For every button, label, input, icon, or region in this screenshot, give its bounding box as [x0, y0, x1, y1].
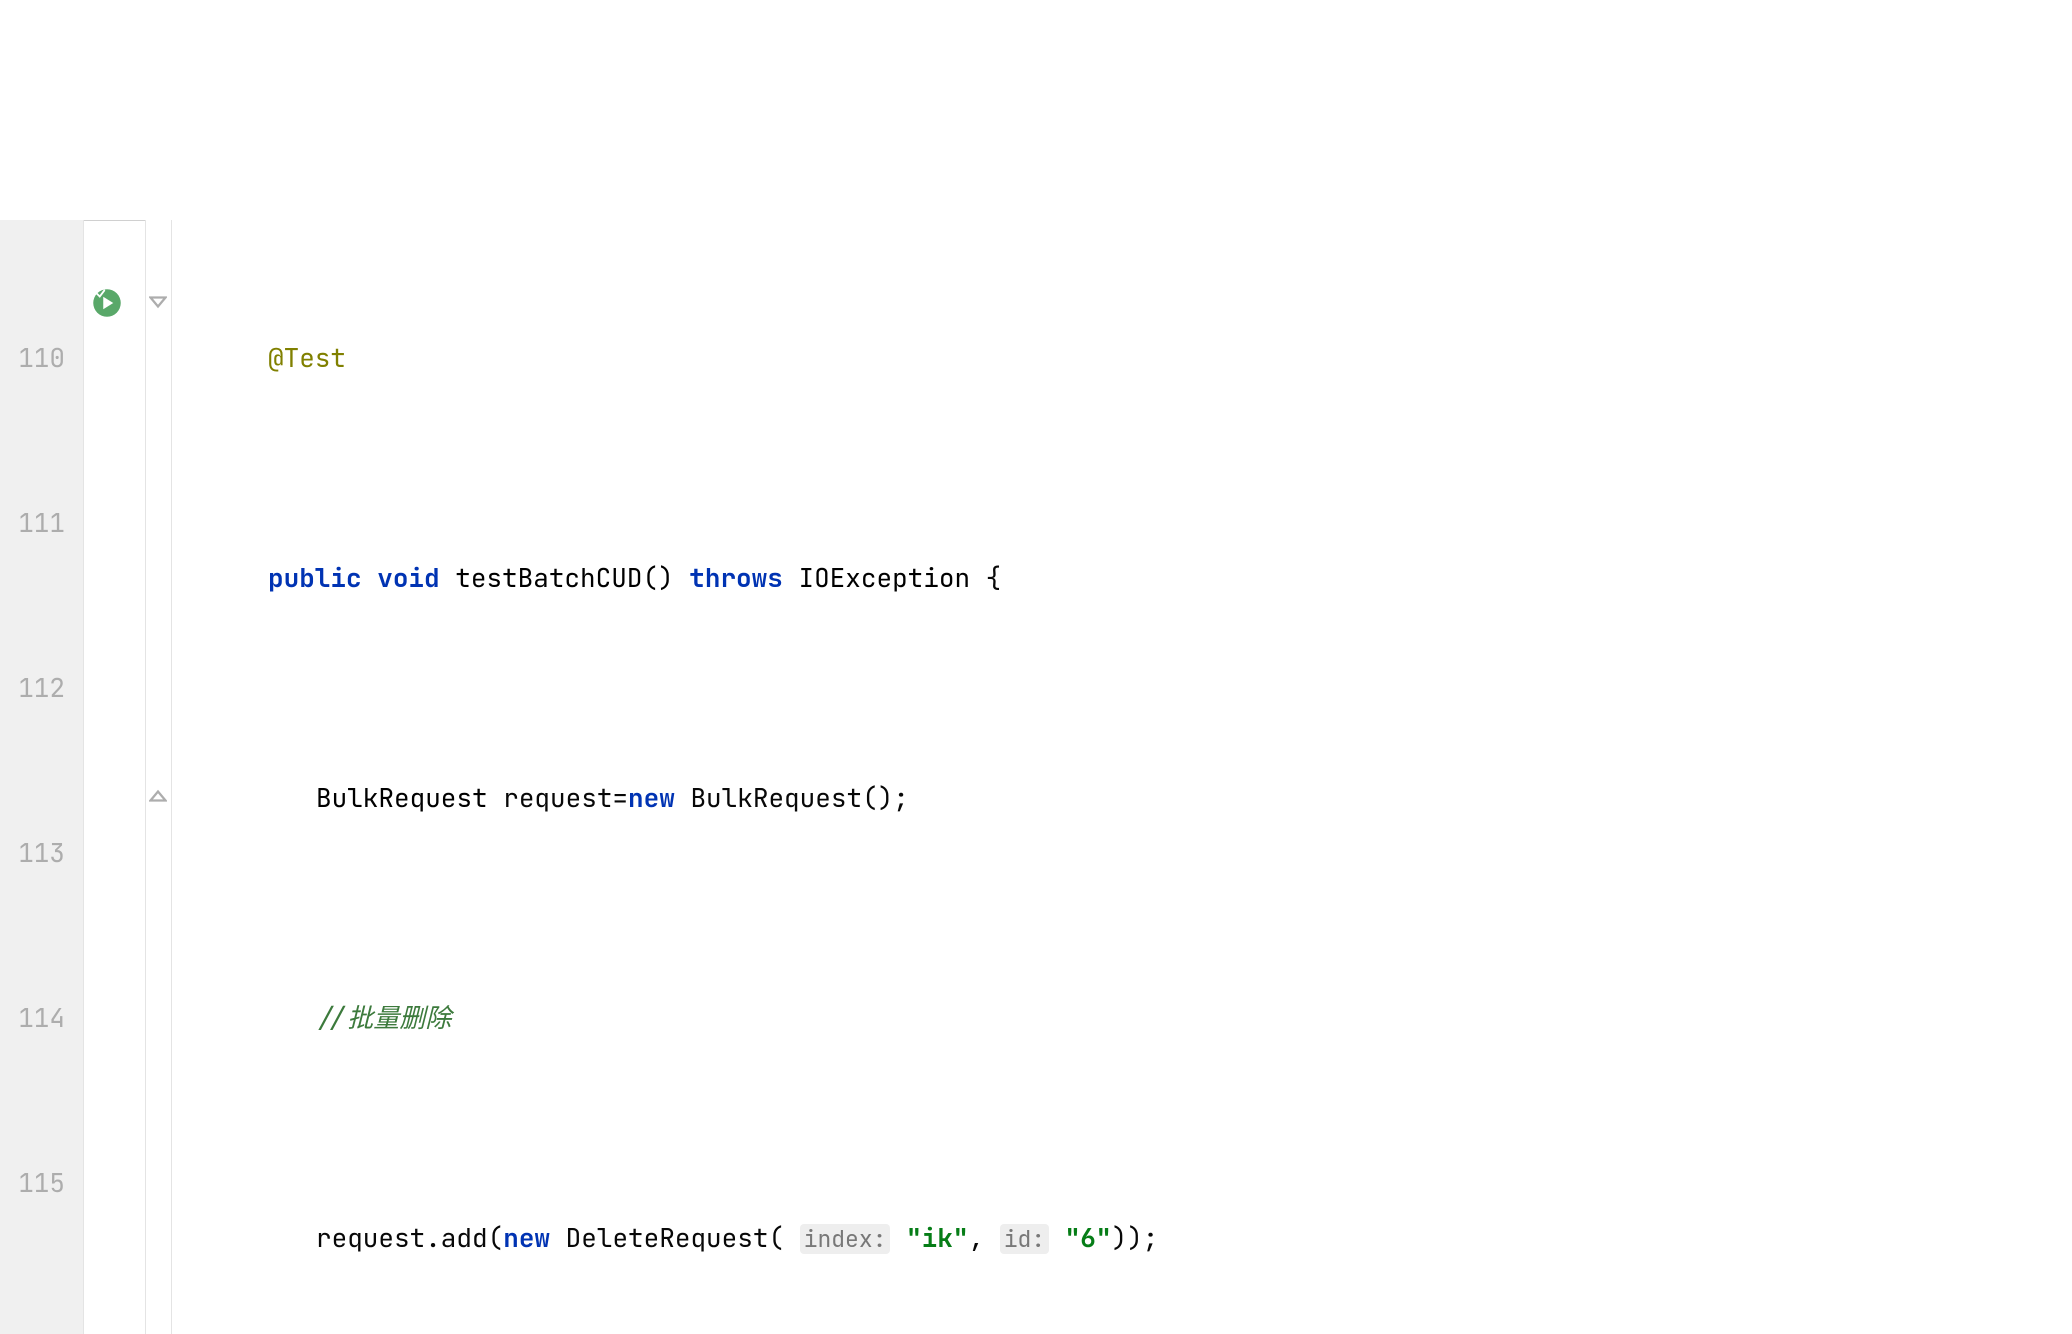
exception-type: IOException: [798, 560, 970, 595]
line-number[interactable]: 110: [0, 330, 73, 385]
line-number[interactable]: 113: [0, 825, 73, 880]
code-line[interactable]: public void testBatchCUD() throws IOExce…: [172, 550, 1346, 605]
space: [890, 1220, 906, 1255]
line-number[interactable]: 111: [0, 495, 73, 550]
keyword-public: public: [268, 560, 362, 595]
keyword-new: new: [503, 1220, 550, 1255]
parameter-hint: index:: [800, 1224, 891, 1254]
line-number[interactable]: 112: [0, 660, 73, 715]
comma: ,: [968, 1220, 999, 1255]
close-paren: ));: [1112, 1220, 1159, 1255]
method-name: testBatchCUD: [455, 560, 642, 595]
annotation: @Test: [268, 340, 346, 375]
code-line[interactable]: request.add(new DeleteRequest( index: "i…: [172, 1210, 1346, 1265]
code-editor: 110 111 112 113 114 115 116 117 118 119 …: [0, 220, 2072, 1334]
fold-close-icon[interactable]: [149, 787, 167, 805]
method-call: .add(: [425, 1220, 503, 1255]
type: BulkRequest: [316, 780, 488, 815]
space: [1049, 1220, 1065, 1255]
code-line[interactable]: @Test: [172, 330, 1346, 385]
brace: {: [970, 560, 1001, 595]
keyword-throws: throws: [689, 560, 783, 595]
constructor: BulkRequest: [690, 780, 862, 815]
string-literal: "ik": [906, 1220, 968, 1255]
separator: [84, 220, 145, 221]
call-end: ();: [862, 780, 909, 815]
object: request: [316, 1220, 425, 1255]
parameter-hint: id:: [1000, 1224, 1049, 1254]
run-test-icon[interactable]: [92, 288, 122, 318]
fold-open-icon[interactable]: [149, 293, 167, 311]
code-line[interactable]: BulkRequest request=new BulkRequest();: [172, 770, 1346, 825]
code-line[interactable]: //批量删除: [172, 990, 1346, 1045]
fold-column: [146, 220, 172, 1334]
line-number[interactable]: 114: [0, 990, 73, 1045]
keyword-void: void: [377, 560, 439, 595]
constructor: DeleteRequest: [566, 1220, 769, 1255]
open-paren: (: [768, 1220, 799, 1255]
gutter-icon-column: [84, 220, 146, 1334]
line-number[interactable]: 116: [0, 1320, 73, 1334]
code-area[interactable]: @Test public void testBatchCUD() throws …: [172, 220, 1346, 1334]
keyword-new: new: [628, 780, 675, 815]
line-number-gutter: 110 111 112 113 114 115 116 117 118 119 …: [0, 220, 84, 1334]
equals: =: [612, 780, 628, 815]
comment: //批量删除: [316, 1000, 451, 1035]
string-literal: "6": [1065, 1220, 1112, 1255]
line-number[interactable]: 115: [0, 1155, 73, 1210]
variable: request: [503, 780, 612, 815]
parens: (): [642, 560, 673, 595]
